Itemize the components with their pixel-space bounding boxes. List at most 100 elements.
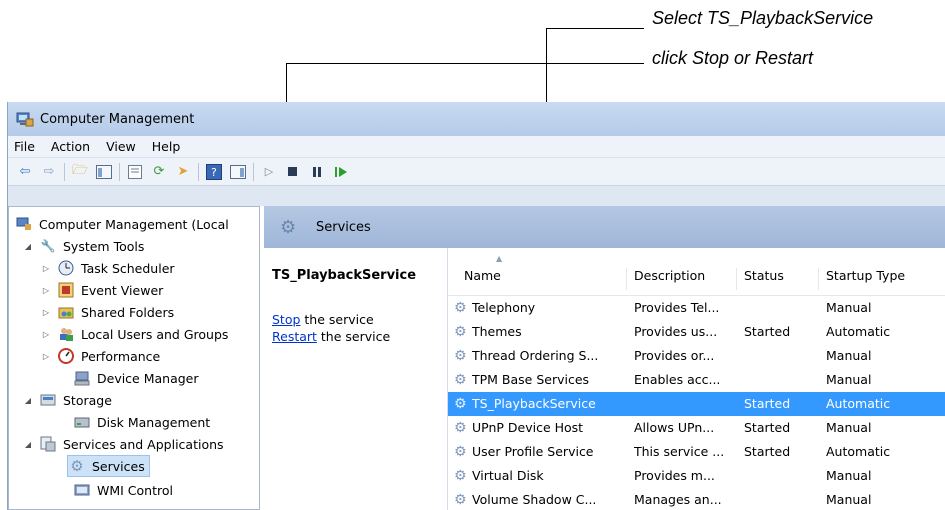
stop-service-link[interactable]: Stop: [272, 312, 300, 327]
cell-name: User Profile Service: [472, 444, 594, 459]
resume-service-icon[interactable]: [332, 163, 350, 181]
column-name[interactable]: Name: [464, 268, 501, 290]
menu-file[interactable]: File: [14, 139, 35, 154]
tree-item-label: Local Users and Groups: [81, 326, 229, 342]
column-description[interactable]: Description: [634, 268, 705, 290]
tree-item-label: Event Viewer: [81, 282, 164, 298]
collapse-triangle-icon[interactable]: ◢: [23, 396, 33, 405]
callout-line-select-h: [546, 28, 644, 29]
cell-description: Provides or...: [634, 348, 715, 363]
column-status[interactable]: Status: [744, 268, 784, 290]
wmi-icon: [73, 482, 91, 498]
table-row[interactable]: ⚙ Thread Ordering S... Provides or... Manua…: [448, 344, 945, 368]
table-row[interactable]: ⚙ TS_PlaybackService Started Automatic: [448, 392, 945, 416]
start-service-icon[interactable]: ▷: [260, 163, 278, 181]
disk-icon: [73, 414, 91, 430]
tree-item-services[interactable]: ⚙ Services: [67, 455, 150, 477]
table-row[interactable]: ⚙ Volume Shadow C... Manages an... Manual: [448, 488, 945, 510]
tree-item-event-viewer[interactable]: ▷ Event Viewer: [41, 279, 163, 301]
tree-item-shared-folders[interactable]: ▷ Shared Folders: [41, 301, 174, 323]
menu-action[interactable]: Action: [51, 139, 90, 154]
export-list-icon[interactable]: ➤: [174, 163, 192, 181]
table-row[interactable]: ⚙ UPnP Device Host Allows UPn... Started Man…: [448, 416, 945, 440]
title-bar: Computer Management: [8, 102, 945, 136]
callout-stop-restart: click Stop or Restart: [652, 48, 814, 68]
tree-item-device-manager[interactable]: Device Manager: [57, 367, 199, 389]
column-separator[interactable]: [736, 268, 737, 290]
tree-root-label: Computer Management (Local: [39, 216, 229, 232]
menu-help[interactable]: Help: [152, 139, 181, 154]
cell-description: Allows UPn...: [634, 420, 715, 435]
callout-select-service: Select TS_PlaybackService: [652, 8, 874, 28]
cell-name: Volume Shadow C...: [472, 492, 597, 507]
restart-suffix: the service: [316, 329, 391, 344]
tree-item-label: Services and Applications: [63, 436, 224, 452]
cell-startup: Manual: [826, 372, 872, 387]
device-manager-icon: [73, 370, 91, 386]
column-separator[interactable]: [818, 268, 819, 290]
services-list: ▲ Name Description Status Startup Type ⚙…: [447, 248, 945, 510]
table-row[interactable]: ⚙ Virtual Disk Provides m... Manual: [448, 464, 945, 488]
tree-item-system-tools[interactable]: ◢ 🔧 System Tools: [23, 235, 144, 257]
expand-triangle-icon[interactable]: ▷: [41, 264, 51, 273]
collapse-triangle-icon[interactable]: ◢: [23, 242, 33, 251]
collapse-triangle-icon[interactable]: ◢: [23, 440, 33, 449]
gear-icon: ⚙: [454, 420, 467, 436]
up-folder-icon[interactable]: 🗁: [71, 163, 89, 181]
table-row[interactable]: ⚙ Themes Provides us... Started Automatic: [448, 320, 945, 344]
table-row[interactable]: ⚙ Telephony Provides Tel... Manual: [448, 296, 945, 320]
gear-icon: ⚙: [454, 468, 467, 484]
expand-triangle-icon[interactable]: ▷: [41, 352, 51, 361]
expand-triangle-icon[interactable]: ▷: [41, 330, 51, 339]
tree-item-local-users[interactable]: ▷ Local Users and Groups: [41, 323, 228, 345]
back-arrow-icon[interactable]: ⇦: [16, 163, 34, 181]
refresh-icon[interactable]: ⟳: [150, 163, 168, 181]
gear-icon: ⚙: [280, 216, 297, 238]
gear-icon: ⚙: [454, 348, 467, 364]
toolbar-spacer: [8, 186, 945, 206]
toolbar-separator: [64, 162, 65, 181]
sort-ascending-icon: ▲: [496, 254, 503, 263]
cell-name: Thread Ordering S...: [472, 348, 599, 363]
show-action-pane-icon[interactable]: [229, 163, 247, 181]
shared-folder-icon: [57, 304, 75, 320]
gear-icon: ⚙: [454, 300, 467, 316]
column-separator[interactable]: [626, 268, 627, 290]
menu-bar: File Action View Help: [8, 136, 945, 158]
tree-item-task-scheduler[interactable]: ▷ Task Scheduler: [41, 257, 175, 279]
properties-icon[interactable]: [126, 163, 144, 181]
show-hide-tree-icon[interactable]: [95, 163, 113, 181]
column-startup-type[interactable]: Startup Type: [826, 268, 905, 290]
tree-item-wmi-control[interactable]: WMI Control: [57, 479, 173, 501]
cell-description: This service ...: [634, 444, 725, 459]
cell-startup: Automatic: [826, 444, 891, 459]
expand-triangle-icon[interactable]: ▷: [41, 286, 51, 295]
help-icon[interactable]: ?: [205, 163, 223, 181]
expand-triangle-icon[interactable]: ▷: [41, 308, 51, 317]
tree-item-disk-management[interactable]: Disk Management: [57, 411, 210, 433]
cell-name: Telephony: [472, 300, 536, 315]
table-row[interactable]: ⚙ User Profile Service This service ... Sta…: [448, 440, 945, 464]
forward-arrow-icon[interactable]: ⇨: [40, 163, 58, 181]
performance-icon: [57, 348, 75, 364]
pause-service-icon[interactable]: [308, 163, 326, 181]
tree-root[interactable]: Computer Management (Local: [15, 213, 229, 235]
cell-status: Started: [744, 324, 791, 339]
svg-text:?: ?: [211, 166, 217, 179]
clock-icon: [57, 260, 75, 276]
menu-view[interactable]: View: [106, 139, 136, 154]
tree-item-performance[interactable]: ▷ Performance: [41, 345, 160, 367]
cell-name: TS_PlaybackService: [472, 396, 596, 411]
tree-item-storage[interactable]: ◢ Storage: [23, 389, 112, 411]
cell-description: Manages an...: [634, 492, 722, 507]
stop-suffix: the service: [300, 312, 374, 327]
stop-service-icon[interactable]: [284, 163, 302, 181]
services-pane: ⚙ Services TS_PlaybackService Stop the s…: [264, 206, 945, 510]
tree-item-services-and-applications[interactable]: ◢ Services and Applications: [23, 433, 224, 455]
restart-service-link[interactable]: Restart: [272, 329, 317, 344]
table-row[interactable]: ⚙ TPM Base Services Enables acc... Manual: [448, 368, 945, 392]
cell-startup: Automatic: [826, 324, 891, 339]
tree-item-label: Shared Folders: [81, 304, 175, 320]
services-header-title: Services: [316, 219, 371, 235]
cell-description: Provides m...: [634, 468, 715, 483]
